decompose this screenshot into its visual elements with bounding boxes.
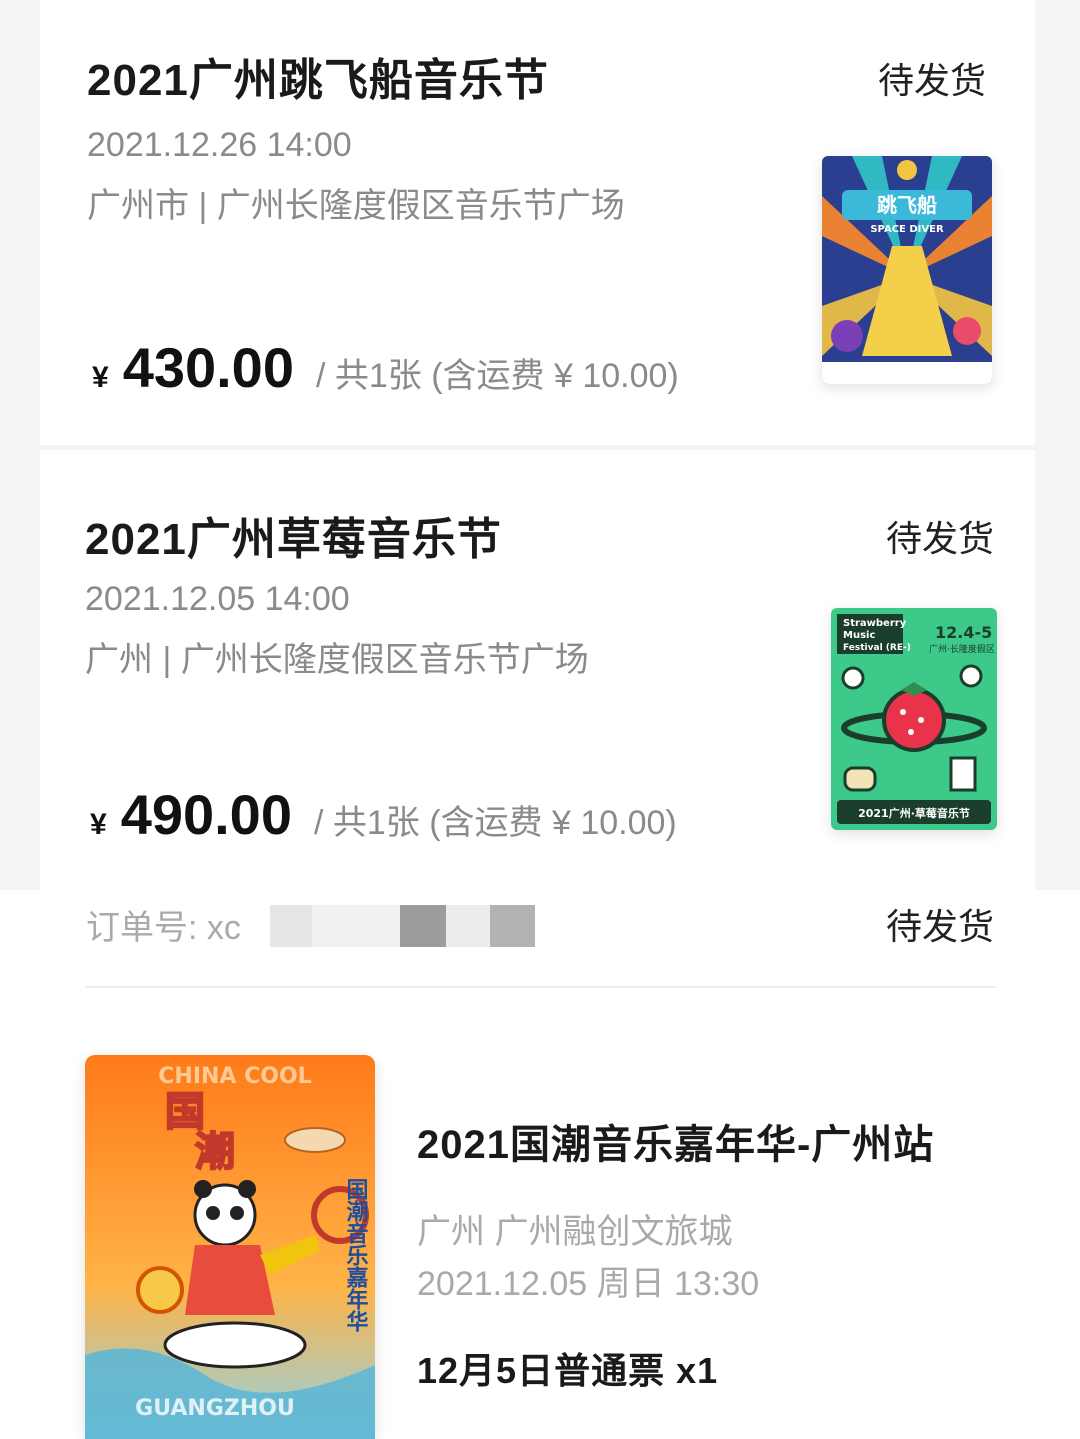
price-note: / 共1张 (含运费 ¥ 10.00) <box>315 357 679 395</box>
poster-top-text: CHINA COOL <box>158 1064 311 1089</box>
poster-line2: Music <box>843 630 875 641</box>
price-note: / 共1张 (含运费 ¥ 10.00) <box>313 804 677 842</box>
order-status: 待发货 <box>886 906 995 947</box>
price-amount: 490.00 <box>120 783 292 846</box>
masked-order-number <box>270 905 535 947</box>
order-number: 订单号: xc <box>86 909 241 947</box>
order-title: 2021广州草莓音乐节 <box>85 515 502 564</box>
divider <box>86 986 996 988</box>
poster-footer: 2021广州·草莓音乐节 <box>858 806 970 820</box>
event-datetime: 2021.12.05 14:00 <box>85 580 350 618</box>
poster-heading-bottom: 潮 <box>195 1129 235 1175</box>
event-title: 2021国潮音乐嘉年华-广州站 <box>417 1123 935 1167</box>
currency-symbol: ¥ <box>90 808 107 841</box>
poster-dates: 12.4-5 <box>935 623 992 642</box>
poster-place: 广州·长隆度假区 <box>929 643 995 655</box>
poster-bottom: GUANGZHOU <box>135 1396 295 1421</box>
event-poster[interactable]: CHINA COOL 国 潮 国潮音乐嘉年华 GUANGZHOU <box>85 1055 375 1439</box>
event-venue: 广州市 | 广州长隆度假区音乐节广场 <box>87 187 625 225</box>
event-datetime: 2021.12.26 14:00 <box>87 126 352 164</box>
event-datetime: 2021.12.05 周日 13:30 <box>417 1265 760 1303</box>
event-poster[interactable]: 跳飞船 SPACE DIVER <box>822 156 992 384</box>
event-poster[interactable]: Strawberry Music Festival (RE-) 12.4-5 广… <box>831 608 997 830</box>
ticket-type: 12月5日普通票 x1 <box>417 1350 719 1391</box>
poster-line3: Festival (RE-) <box>843 643 911 653</box>
currency-symbol: ¥ <box>92 361 109 394</box>
price-row: ¥ 490.00 / 共1张 (含运费 ¥ 10.00) <box>90 782 677 847</box>
order-status: 待发货 <box>886 518 995 559</box>
event-venue: 广州 广州融创文旅城 <box>417 1213 733 1251</box>
event-venue: 广州 | 广州长隆度假区音乐节广场 <box>85 641 589 679</box>
order-title: 2021广州跳飞船音乐节 <box>87 56 549 105</box>
price-amount: 430.00 <box>122 336 294 399</box>
poster-line1: Strawberry <box>843 618 907 629</box>
poster-side: 国潮音乐嘉年华 <box>343 1178 369 1332</box>
poster-heading: 跳飞船 <box>877 193 937 217</box>
poster-sub: SPACE DIVER <box>870 224 944 235</box>
price-row: ¥ 430.00 / 共1张 (含运费 ¥ 10.00) <box>92 335 679 400</box>
order-status: 待发货 <box>878 60 987 101</box>
